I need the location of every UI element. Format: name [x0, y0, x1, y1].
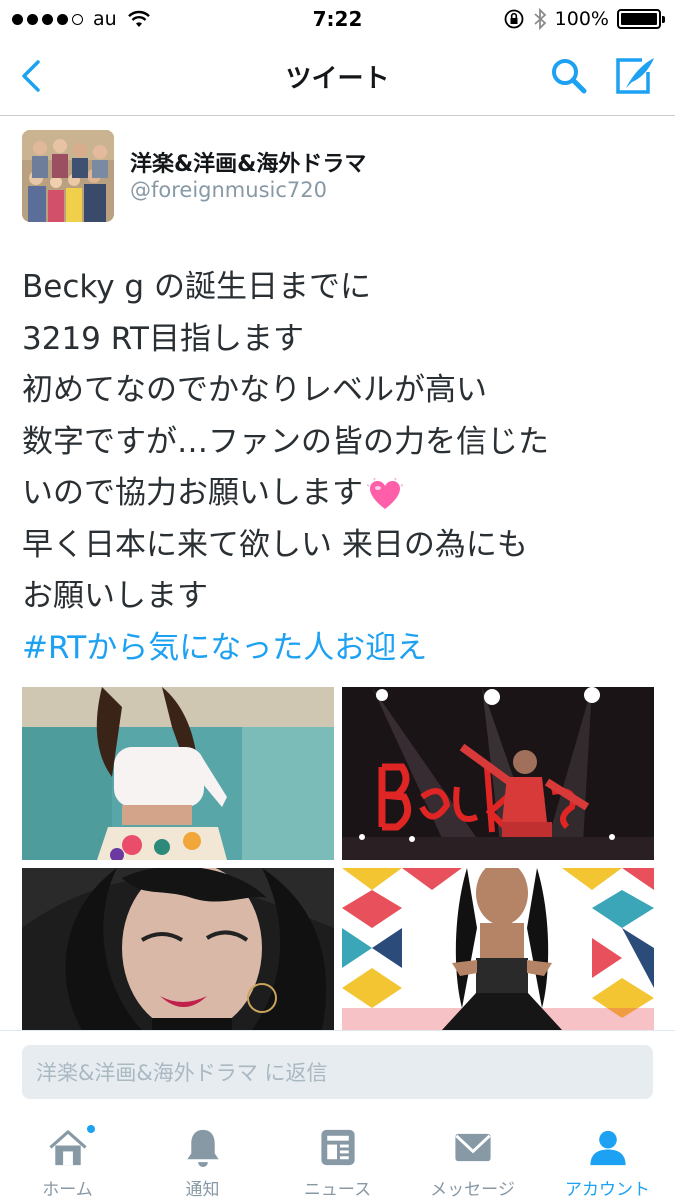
tweet-line: Becky g の誕生日までに: [22, 269, 371, 305]
home-icon: [48, 1130, 87, 1166]
navigation-bar: ツイート: [0, 38, 675, 116]
tab-account[interactable]: アカウント: [540, 1112, 675, 1200]
battery-icon: [617, 9, 665, 29]
notification-dot: [86, 1124, 96, 1134]
tab-label: メッセージ: [430, 1180, 515, 1200]
envelope-icon: [454, 1133, 491, 1162]
tab-notifications[interactable]: 通知: [135, 1112, 270, 1200]
tweet-photo[interactable]: [22, 687, 334, 860]
display-name[interactable]: 洋楽&洋画&海外ドラマ: [130, 146, 366, 178]
tab-home[interactable]: ホーム: [0, 1112, 135, 1200]
avatar[interactable]: [22, 130, 114, 222]
signal-strength-icon: [12, 13, 83, 25]
tweet-line: 3219 RT目指します: [22, 320, 304, 357]
tweet-line: お願いします: [22, 578, 208, 614]
user-handle[interactable]: @foreignmusic720: [130, 178, 327, 202]
status-bar: au 7:22 100%: [0, 0, 675, 38]
bluetooth-icon: [534, 8, 546, 30]
carrier-name: au: [93, 8, 117, 30]
sparkling-heart-icon: [367, 477, 403, 509]
person-icon: [589, 1130, 626, 1166]
wifi-icon: [127, 10, 150, 27]
tweet-line: いので協力お願いします: [22, 475, 363, 511]
tweet-line: 早く日本に来て欲しい 来日の為にも: [22, 526, 528, 563]
tab-label: 通知: [185, 1180, 220, 1200]
tab-label: ニュース: [303, 1180, 372, 1200]
reply-bar: 洋楽&洋画&海外ドラマ に返信: [0, 1030, 675, 1112]
hashtag-link[interactable]: #RTから気になった人お迎え: [22, 623, 662, 675]
orientation-lock-icon: [504, 9, 524, 29]
reply-input[interactable]: 洋楽&洋画&海外ドラマ に返信: [22, 1045, 653, 1099]
battery-percentage: 100%: [554, 8, 609, 30]
tab-news[interactable]: ニュース: [270, 1112, 405, 1200]
tab-messages[interactable]: メッセージ: [405, 1112, 540, 1200]
search-icon[interactable]: [548, 55, 590, 97]
tweet-line: 数字ですが…ファンの皆の力を信じた: [22, 423, 549, 460]
bell-icon: [186, 1129, 219, 1168]
tweet-photo[interactable]: [342, 687, 654, 860]
carrier-signal: au: [12, 8, 151, 30]
tweet-photo[interactable]: [342, 868, 654, 1030]
tweet-body: Becky g の誕生日までに 3219 RT目指します 初めてなのでかなりレベ…: [22, 262, 662, 674]
compose-icon[interactable]: [612, 54, 658, 98]
tab-bar: ホーム 通知 ニュース メッセージ アカウント: [0, 1112, 675, 1200]
tab-label: ホーム: [42, 1180, 93, 1200]
tweet-photo[interactable]: [22, 868, 334, 1030]
tweet-line: 初めてなのでかなりレベルが高い: [22, 372, 487, 408]
tab-label: アカウント: [565, 1180, 650, 1200]
news-icon: [320, 1129, 355, 1166]
